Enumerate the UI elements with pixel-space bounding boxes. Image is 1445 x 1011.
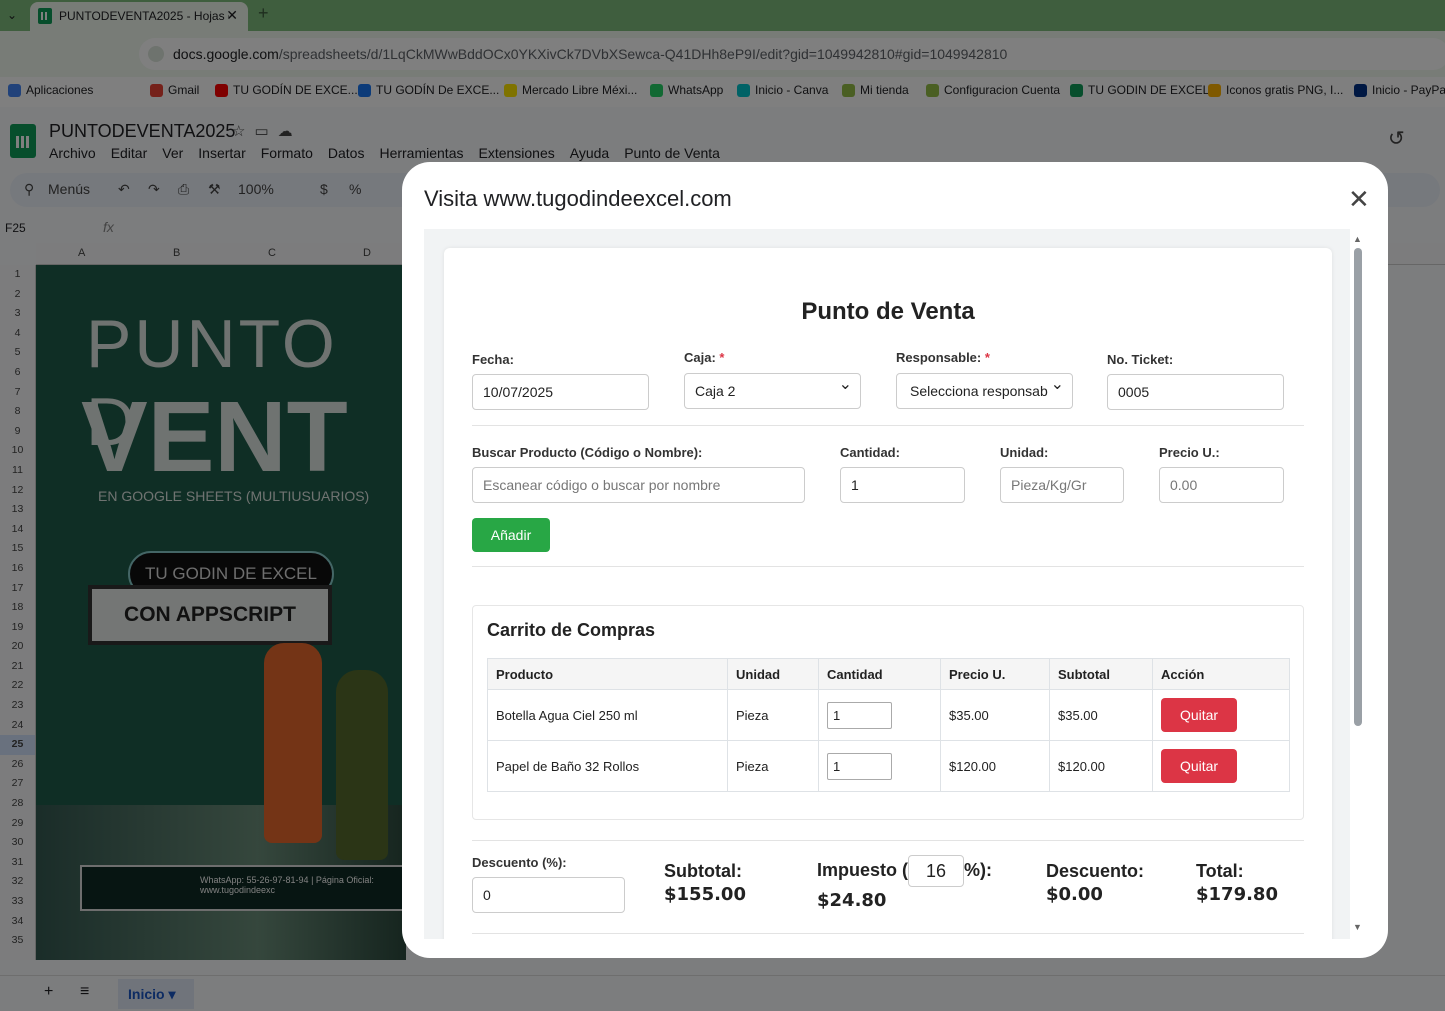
cantidad-cell: 1 xyxy=(818,689,941,741)
subtotal-cell: $120.00 xyxy=(1049,740,1153,792)
responsable-label: Responsable: * xyxy=(896,350,990,365)
buscar-producto-input[interactable]: Escanear código o buscar por nombre xyxy=(472,467,805,503)
fecha-field[interactable]: 10/07/2025 xyxy=(472,374,649,410)
carrito-title: Carrito de Compras xyxy=(487,620,656,640)
scroll-up-icon[interactable]: ▲ xyxy=(1353,234,1362,244)
descuento-pct-label: Descuento (%): xyxy=(472,855,567,870)
ticket-field[interactable]: 0005 xyxy=(1107,374,1284,410)
dialog-title: Visita www.tugodindeexcel.com xyxy=(424,186,732,211)
column-header: Cantidad xyxy=(818,658,941,690)
punto-de-venta-dialog: Visita www.tugodindeexcel.com ✕ ▲ ▼ Punt… xyxy=(402,162,1388,958)
pos-form-card: Punto de Venta Fecha: 10/07/2025 Caja: *… xyxy=(444,248,1332,939)
column-header: Producto xyxy=(487,658,728,690)
precio-cell: $35.00 xyxy=(940,689,1050,741)
accion-cell: Quitar xyxy=(1152,689,1290,741)
subtotal-value: $155.00 xyxy=(664,884,746,905)
producto-cell: Papel de Baño 32 Rollos xyxy=(487,740,728,792)
carrito-table: Producto Unidad Cantidad Precio U. Subto… xyxy=(487,658,1290,792)
descuento-summary: Descuento: $0.00 xyxy=(1046,859,1144,907)
column-header: Acción xyxy=(1152,658,1290,690)
column-header: Unidad xyxy=(727,658,819,690)
divider xyxy=(472,840,1304,841)
ticket-label: No. Ticket: xyxy=(1107,352,1174,367)
precio-label: Precio U.: xyxy=(1159,445,1220,460)
unidad-cell: Pieza xyxy=(727,740,819,792)
total-summary: Total: $179.80 xyxy=(1196,859,1278,907)
descuento-value: $0.00 xyxy=(1046,884,1103,905)
precio-cell: $120.00 xyxy=(940,740,1050,792)
quantity-input[interactable]: 1 xyxy=(827,701,892,729)
divider xyxy=(472,566,1304,567)
scroll-thumb[interactable] xyxy=(1354,248,1362,726)
fecha-label: Fecha: xyxy=(472,352,514,367)
quitar-button[interactable]: Quitar xyxy=(1161,698,1237,732)
caja-label-text: Caja: xyxy=(684,350,716,365)
caja-label: Caja: * xyxy=(684,350,725,365)
subtotal-summary: Subtotal: $155.00 xyxy=(664,859,746,907)
cantidad-input[interactable]: 1 xyxy=(840,467,965,503)
table-row: Botella Agua Ciel 250 ml Pieza 1 $35.00 … xyxy=(487,689,1290,741)
buscar-label: Buscar Producto (Código o Nombre): xyxy=(472,445,703,460)
divider xyxy=(472,425,1304,426)
table-row: Papel de Baño 32 Rollos Pieza 1 $120.00 … xyxy=(487,740,1290,792)
column-header: Precio U. xyxy=(940,658,1050,690)
quantity-input[interactable]: 1 xyxy=(827,752,892,780)
impuesto-rate-input[interactable]: 16 xyxy=(908,855,965,887)
carrito-panel: Carrito de Compras Producto Unidad Canti… xyxy=(472,605,1304,820)
total-value: $179.80 xyxy=(1196,884,1278,905)
caja-select[interactable]: Caja 2 xyxy=(684,368,861,409)
responsable-label-text: Responsable: xyxy=(896,350,982,365)
descuento-pct-input[interactable]: 0 xyxy=(472,877,625,913)
column-header: Subtotal xyxy=(1049,658,1153,690)
precio-input[interactable]: 0.00 xyxy=(1159,467,1284,503)
close-dialog-icon[interactable]: ✕ xyxy=(1348,184,1370,215)
cantidad-cell: 1 xyxy=(818,740,941,792)
divider xyxy=(472,933,1304,934)
impuesto-label-end: %): xyxy=(964,859,993,880)
unidad-cell: Pieza xyxy=(727,689,819,741)
unidad-label: Unidad: xyxy=(1000,445,1049,460)
scroll-down-icon[interactable]: ▼ xyxy=(1353,922,1362,932)
total-label: Total: xyxy=(1196,861,1244,881)
unidad-input[interactable]: Pieza/Kg/Gr xyxy=(1000,467,1124,503)
quitar-button[interactable]: Quitar xyxy=(1161,749,1237,783)
pos-heading: Punto de Venta xyxy=(801,298,975,325)
anadir-button[interactable]: Añadir xyxy=(472,518,550,552)
responsable-select[interactable]: Selecciona responsab xyxy=(896,373,1073,409)
impuesto-summary: Impuesto (16%): $24.80 xyxy=(817,855,992,913)
accion-cell: Quitar xyxy=(1152,740,1290,792)
descuento-label: Descuento: xyxy=(1046,861,1145,881)
impuesto-label: Impuesto ( xyxy=(817,859,909,880)
cantidad-label: Cantidad: xyxy=(840,445,900,460)
subtotal-label: Subtotal: xyxy=(664,861,742,881)
subtotal-cell: $35.00 xyxy=(1049,689,1153,741)
dialog-scrollbar[interactable]: ▲ ▼ xyxy=(1352,234,1364,932)
impuesto-value: $24.80 xyxy=(817,890,887,911)
dialog-body: Punto de Venta Fecha: 10/07/2025 Caja: *… xyxy=(424,229,1350,939)
producto-cell: Botella Agua Ciel 250 ml xyxy=(487,689,728,741)
